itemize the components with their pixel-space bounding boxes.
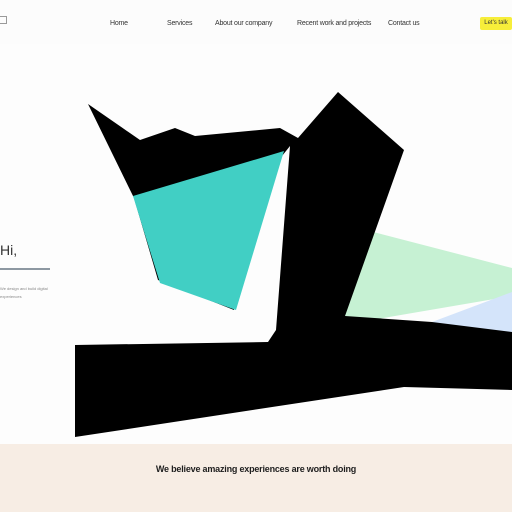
hero-illustration: [75, 92, 512, 437]
nav-link-about[interactable]: About our company: [215, 19, 273, 29]
landing-page: Home Services About our company Recent w…: [0, 0, 512, 512]
hero-divider: [0, 268, 50, 270]
hero-heading: Hi,: [0, 242, 18, 258]
footer-tagline: We believe amazing experiences are worth…: [155, 464, 357, 474]
hero-subtext: We design and build digital experiences: [0, 286, 48, 299]
logo-icon[interactable]: [0, 16, 7, 24]
nav-link-services[interactable]: Services: [167, 19, 192, 29]
nav-link-home[interactable]: Home: [110, 19, 128, 29]
nav-link-work[interactable]: Recent work and projects: [297, 19, 371, 29]
top-navigation-bar: Home Services About our company Recent w…: [0, 0, 512, 45]
footer-band: We believe amazing experiences are worth…: [0, 444, 512, 512]
nav-link-contact[interactable]: Contact us: [388, 19, 420, 29]
cta-button[interactable]: Let's talk: [480, 17, 512, 30]
hero-section: Hi, We design and build digital experien…: [0, 44, 512, 444]
